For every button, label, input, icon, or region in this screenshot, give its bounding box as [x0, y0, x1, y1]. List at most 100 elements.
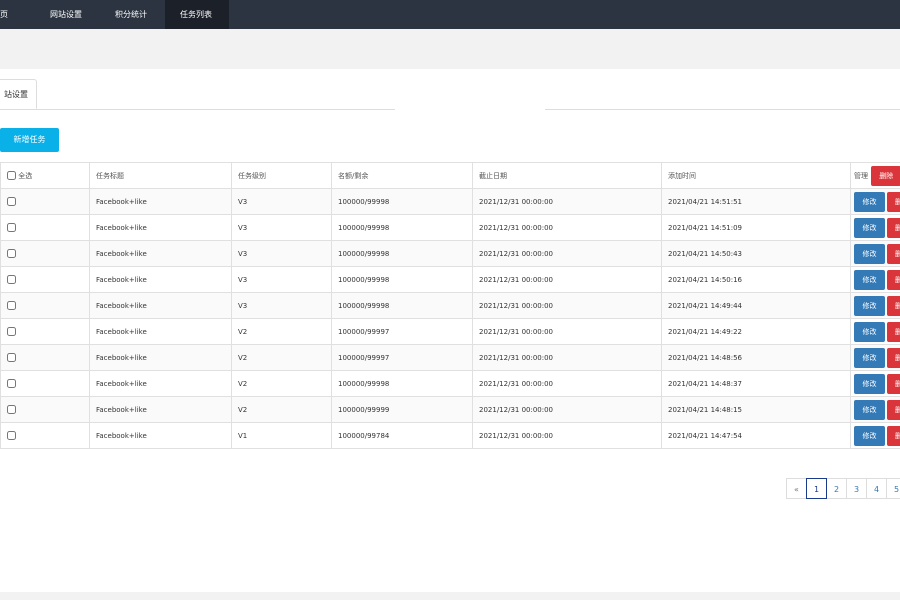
delete-button[interactable]: 删除 — [887, 321, 900, 342]
cell-level: V1 — [231, 422, 332, 449]
edit-button[interactable]: 修改 — [854, 217, 885, 238]
cell-title: Facebook+like — [89, 370, 232, 397]
delete-button[interactable]: 删除 — [887, 269, 900, 290]
cell-title: Facebook+like — [89, 344, 232, 371]
pagination-page[interactable]: 1 — [806, 478, 827, 499]
row-checkbox[interactable] — [7, 431, 16, 440]
cell-title: Facebook+like — [89, 266, 232, 293]
edit-button[interactable]: 修改 — [854, 425, 885, 446]
cell-level: V3 — [231, 240, 332, 267]
pagination-page[interactable]: 5 — [886, 478, 900, 499]
nav-item-0[interactable]: 页 — [0, 0, 23, 29]
pagination: «1 2 3 4 5 — [786, 478, 900, 499]
row-checkbox[interactable] — [7, 379, 16, 388]
delete-button[interactable]: 删除 — [887, 373, 900, 394]
nav-item-2[interactable]: 积分统计 — [100, 0, 162, 29]
cell-title: Facebook+like — [89, 188, 232, 215]
cell-deadline: 2021/12/31 00:00:00 — [472, 266, 662, 293]
row-checkbox[interactable] — [7, 301, 16, 310]
pagination-prev[interactable]: « — [786, 478, 807, 499]
pagination-page[interactable]: 4 — [866, 478, 887, 499]
edit-button[interactable]: 修改 — [854, 399, 885, 420]
cell-manage: 修改删除 — [850, 370, 900, 397]
manage-label: 管理 — [854, 171, 868, 180]
cell-manage: 修改删除 — [850, 344, 900, 371]
footer-strip — [0, 592, 900, 600]
delete-button[interactable]: 删除 — [887, 243, 900, 264]
edit-button[interactable]: 修改 — [854, 243, 885, 264]
table-row: Facebook+like V1 100000/99784 2021/12/31 00… — [0, 422, 900, 449]
cell-added: 2021/04/21 14:49:22 — [661, 318, 851, 345]
cell-deadline: 2021/12/31 00:00:00 — [472, 344, 662, 371]
tab-site-settings[interactable]: 站设置 — [0, 79, 37, 109]
row-select-cell — [0, 240, 90, 267]
cell-quota: 100000/99997 — [331, 344, 473, 371]
nav-item-3[interactable]: 任务列表 — [165, 0, 229, 29]
cell-added: 2021/04/21 14:48:15 — [661, 396, 851, 423]
table-row: Facebook+like V3 100000/99998 2021/12/31 00… — [0, 292, 900, 319]
row-select-cell — [0, 396, 90, 423]
row-checkbox[interactable] — [7, 327, 16, 336]
cell-manage: 修改删除 — [850, 292, 900, 319]
cell-level: V3 — [231, 292, 332, 319]
delete-button[interactable]: 删除 — [887, 217, 900, 238]
cell-title: Facebook+like — [89, 214, 232, 241]
row-checkbox[interactable] — [7, 197, 16, 206]
cell-level: V2 — [231, 344, 332, 371]
top-navigation: 页网站设置 积分统计 任务列表 — [0, 0, 900, 29]
cell-manage: 修改删除 — [850, 188, 900, 215]
add-task-button[interactable]: 新增任务 — [0, 128, 59, 152]
row-checkbox[interactable] — [7, 249, 16, 258]
row-checkbox[interactable] — [7, 275, 16, 284]
table-row: Facebook+like V2 100000/99998 2021/12/31 00… — [0, 370, 900, 397]
cell-added: 2021/04/21 14:47:54 — [661, 422, 851, 449]
edit-button[interactable]: 修改 — [854, 191, 885, 212]
row-select-cell — [0, 292, 90, 319]
edit-button[interactable]: 修改 — [854, 295, 885, 316]
edit-button[interactable]: 修改 — [854, 321, 885, 342]
table-row: Facebook+like V3 100000/99998 2021/12/31 00… — [0, 188, 900, 215]
row-select-cell — [0, 344, 90, 371]
header-title: 任务标题 — [89, 162, 232, 189]
delete-button[interactable]: 删除 — [887, 425, 900, 446]
row-select-cell — [0, 370, 90, 397]
header-manage: 管理 删除 — [850, 162, 900, 189]
cell-level: V3 — [231, 266, 332, 293]
table-row: Facebook+like V2 100000/99997 2021/12/31 00… — [0, 344, 900, 371]
row-select-cell — [0, 318, 90, 345]
cell-level: V2 — [231, 318, 332, 345]
table-row: Facebook+like V3 100000/99998 2021/12/31 00… — [0, 214, 900, 241]
cell-deadline: 2021/12/31 00:00:00 — [472, 240, 662, 267]
select-all-checkbox[interactable] — [7, 171, 16, 180]
table-row: Facebook+like V3 100000/99998 2021/12/31 00… — [0, 240, 900, 267]
row-select-cell — [0, 422, 90, 449]
delete-button[interactable]: 删除 — [887, 191, 900, 212]
cell-manage: 修改删除 — [850, 396, 900, 423]
cell-added: 2021/04/21 14:49:44 — [661, 292, 851, 319]
header-level: 任务级别 — [231, 162, 332, 189]
edit-button[interactable]: 修改 — [854, 269, 885, 290]
row-checkbox[interactable] — [7, 353, 16, 362]
delete-button[interactable]: 删除 — [887, 399, 900, 420]
cell-manage: 修改删除 — [850, 214, 900, 241]
cell-deadline: 2021/12/31 00:00:00 — [472, 396, 662, 423]
cell-title: Facebook+like — [89, 396, 232, 423]
pagination-page[interactable]: 2 — [826, 478, 847, 499]
delete-button[interactable]: 删除 — [887, 295, 900, 316]
edit-button[interactable]: 修改 — [854, 373, 885, 394]
cell-added: 2021/04/21 14:48:37 — [661, 370, 851, 397]
sub-header-bar — [0, 29, 900, 69]
pagination-page[interactable]: 3 — [846, 478, 867, 499]
bulk-delete-button[interactable]: 删除 — [871, 165, 900, 186]
nav-item-1[interactable]: 网站设置 — [35, 0, 97, 29]
cell-quota: 100000/99998 — [331, 370, 473, 397]
header-quota: 名额/剩余 — [331, 162, 473, 189]
row-checkbox[interactable] — [7, 405, 16, 414]
delete-button[interactable]: 删除 — [887, 347, 900, 368]
edit-button[interactable]: 修改 — [854, 347, 885, 368]
table-header-row: 全选 任务标题 任务级别 名额/剩余 截止日期 添加时间 管理 删除 — [0, 162, 900, 189]
redaction-patch — [395, 105, 545, 163]
row-checkbox[interactable] — [7, 223, 16, 232]
cell-quota: 100000/99784 — [331, 422, 473, 449]
header-added: 添加时间 — [661, 162, 851, 189]
